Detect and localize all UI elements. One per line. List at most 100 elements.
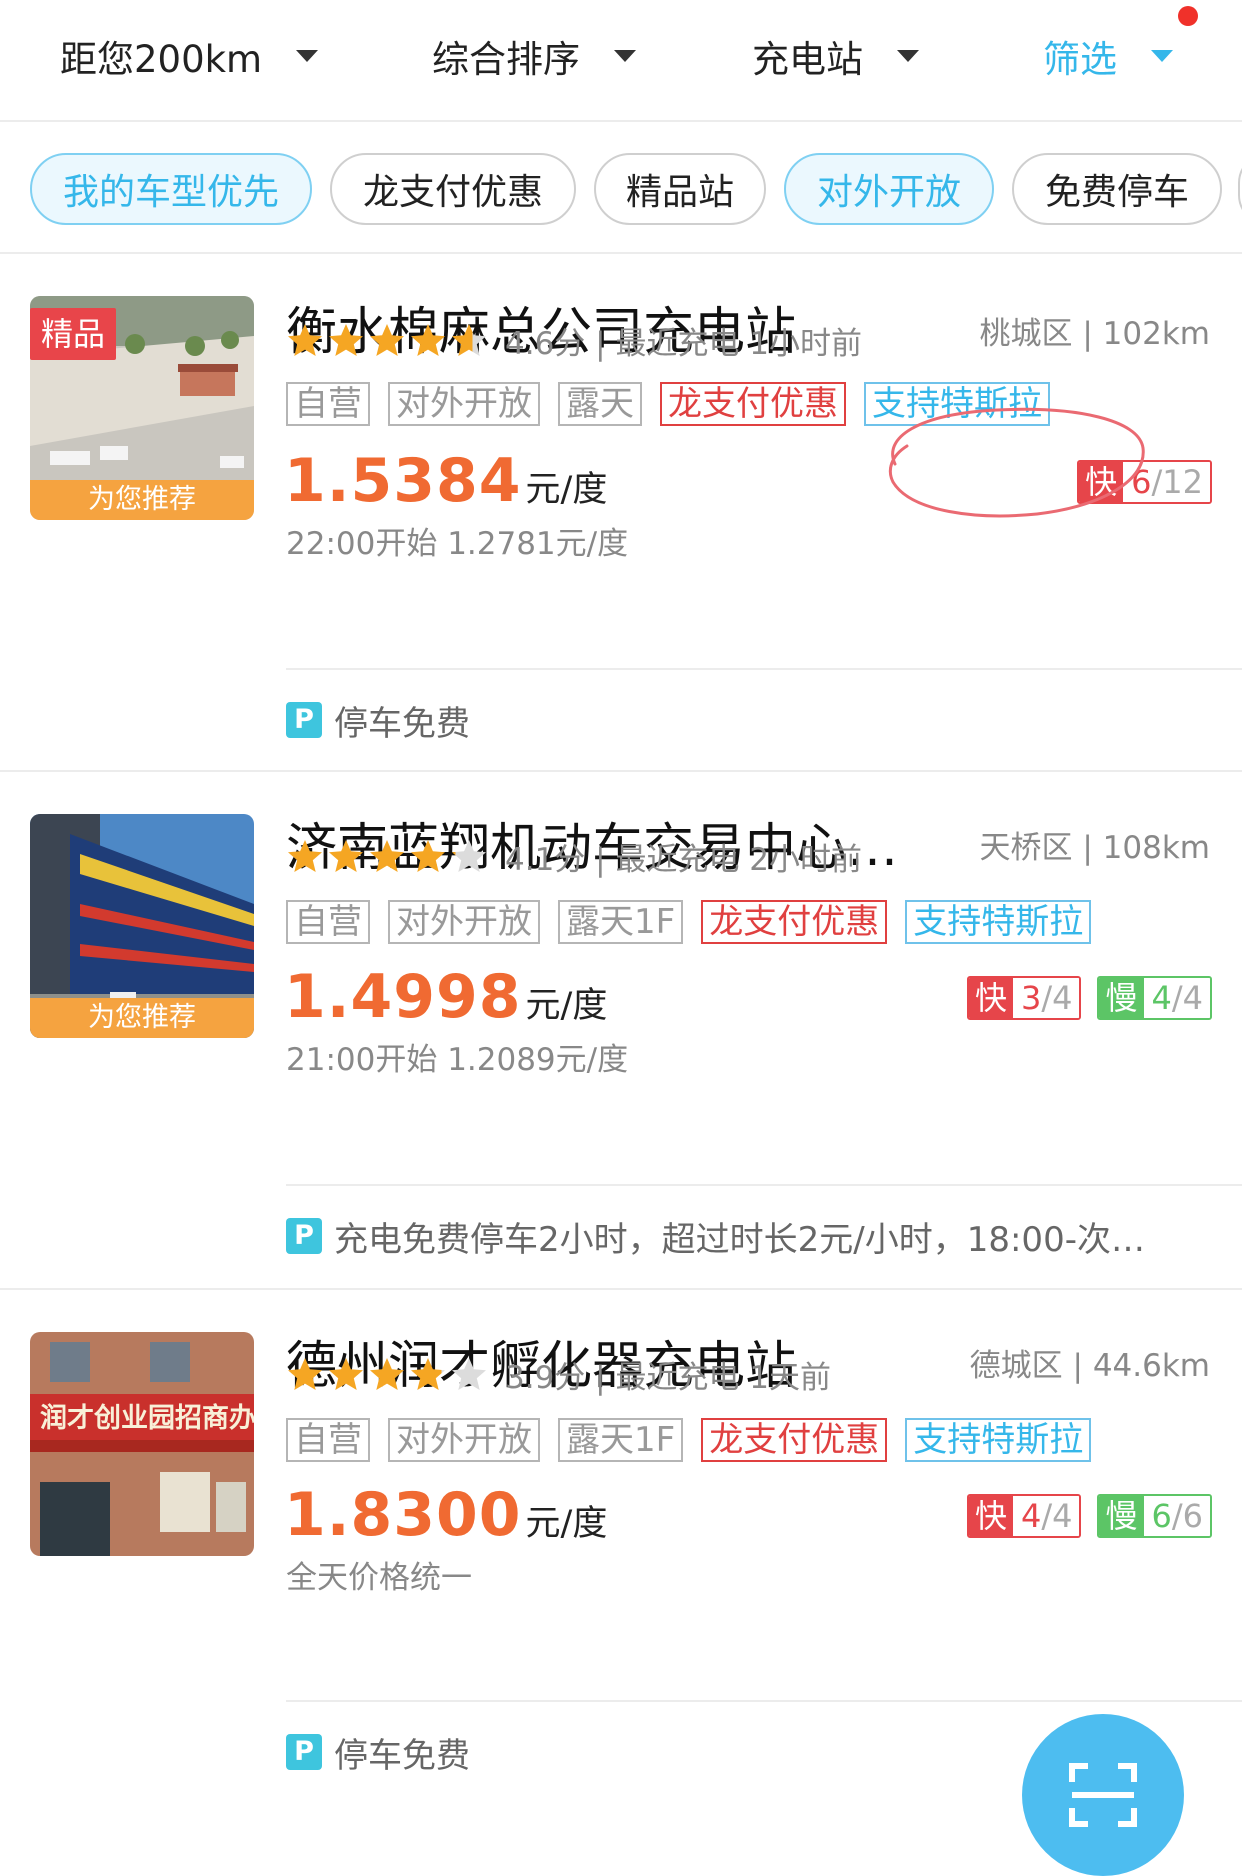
star-icon [288,840,322,872]
sort-filter-label: 综合排序 [432,38,580,81]
slow-total: /4 [1171,979,1203,1017]
chip-premium-station[interactable]: 精品站 [594,153,766,225]
distance-filter[interactable]: 距您200km [60,28,319,84]
fast-available: 4 [1020,1497,1042,1535]
fast-label: 快 [968,1496,1013,1536]
station-photo: 精品 为您推荐 [30,296,254,520]
divider [286,1700,1242,1702]
recommend-label: 为您推荐 [30,998,254,1038]
star-icon [452,1358,486,1390]
station-photo: 润才创业园招商办 [30,1332,254,1556]
chip-long-pay[interactable]: 龙支付优惠 [330,153,576,225]
rating-stars [286,838,491,874]
star-icon [329,840,363,872]
star-icon [329,1358,363,1390]
star-icon [370,840,404,872]
price-unit: 元/度 [525,986,608,1026]
uniform-price-note: 全天价格统一 [286,1560,472,1596]
scan-button[interactable] [1022,1714,1184,1876]
chip-my-car-model[interactable]: 我的车型优先 [30,153,312,225]
tag-tesla-support: 支持特斯拉 [905,1418,1092,1462]
rating-stars [286,1356,491,1392]
station-price: 1.5384 元/度 [284,446,607,516]
rating-text: 4.1分 | 最近充电 2小时前 [505,841,863,878]
chevron-down-icon [614,50,636,62]
distance-filter-label: 距您200km [60,38,263,81]
station-rating: 3.9分 | 最近充电 1天前 [286,1356,831,1396]
tag-open-public: 对外开放 [388,900,540,944]
sort-filter[interactable]: 综合排序 [432,28,636,84]
station-price: 1.8300 元/度 [284,1480,607,1550]
slow-charger-badge: 慢 4/4 [1097,976,1212,1020]
quick-filter-chips: 我的车型优先 龙支付优惠 精品站 对外开放 免费停车 [0,124,1242,254]
price-unit: 元/度 [525,1504,608,1544]
tag-outdoor: 露天1F [558,900,684,944]
fast-label: 快 [968,978,1013,1018]
divider [286,668,1242,670]
fast-available: 3 [1020,979,1042,1017]
slow-label: 慢 [1099,978,1144,1018]
star-icon [370,1358,404,1390]
price-unit: 元/度 [525,470,608,510]
photo-sign-text: 润才创业园招商办 [40,1402,254,1434]
slow-label: 慢 [1099,1496,1144,1536]
star-icon [370,324,404,356]
tag-outdoor: 露天1F [558,1418,684,1462]
notification-dot [1178,6,1198,26]
premium-badge: 精品 [30,308,116,360]
station-tags: 自营 对外开放 露天1F 龙支付优惠 支持特斯拉 [286,1418,1109,1462]
price-value: 1.5384 [284,446,522,516]
chevron-down-icon [296,50,319,62]
screen-filter[interactable]: 筛选 [1043,28,1173,84]
chevron-down-icon [1151,50,1173,62]
star-icon [329,324,363,356]
station-rating: 4.6分 | 最近充电 1小时前 [286,322,862,362]
station-photo: 为您推荐 [30,814,254,1038]
type-filter-label: 充电站 [752,38,863,81]
star-icon [411,1358,445,1390]
hand-drawn-circle-annotation [888,407,1145,518]
tag-open-public: 对外开放 [388,382,540,426]
fast-total: /4 [1041,979,1073,1017]
tag-self-run: 自营 [286,900,370,944]
divider [286,1184,1242,1186]
tag-outdoor: 露天 [558,382,642,426]
slow-total: /6 [1171,1497,1203,1535]
fast-charger-badge: 快 3/4 [966,976,1082,1020]
chip-open-public[interactable]: 对外开放 [784,153,994,225]
screen-filter-label: 筛选 [1043,38,1117,81]
parking-icon: P [286,702,322,738]
tag-long-pay: 龙支付优惠 [701,1418,888,1462]
rating-stars [286,322,491,358]
star-icon [411,324,445,356]
tag-self-run: 自营 [286,1418,370,1462]
parking-info: P 停车免费 [286,1732,470,1776]
price-value: 1.4998 [284,962,522,1032]
station-card[interactable]: 为您推荐 济南蓝翔机动车交易中心… 天桥区 | 108km 4.1分 | 最近充… [0,772,1242,1290]
station-district: 德城区 | 44.6km [969,1348,1210,1384]
charger-badges: 快 4/4 慢 6/6 [951,1494,1212,1538]
station-price: 1.4998 元/度 [284,962,607,1032]
recommend-label: 为您推荐 [30,480,254,520]
tag-open-public: 对外开放 [388,1418,540,1462]
scan-icon [1069,1763,1137,1827]
star-icon [452,324,486,356]
station-tags: 自营 对外开放 露天1F 龙支付优惠 支持特斯拉 [286,900,1109,944]
star-icon [288,324,322,356]
rating-text: 3.9分 | 最近充电 1天前 [505,1359,832,1396]
type-filter[interactable]: 充电站 [752,28,919,84]
station-card[interactable]: 润才创业园招商办 德州润才孵化器充电站 德城区 | 44.6km 3.9分 | … [0,1290,1242,1803]
slow-charger-badge: 慢 6/6 [1097,1494,1212,1538]
parking-text: 充电免费停车2小时，超过时长2元/小时，18:00-次… [334,1219,1145,1260]
parking-icon: P [286,1734,322,1770]
chip-more[interactable] [1238,153,1242,225]
fast-charger-badge: 快 4/4 [966,1494,1082,1538]
slow-available: 4 [1151,979,1172,1017]
parking-info: P 充电免费停车2小时，超过时长2元/小时，18:00-次… [286,1216,1145,1260]
parking-text: 停车免费 [334,703,470,744]
tag-long-pay: 龙支付优惠 [701,900,888,944]
chip-free-parking[interactable]: 免费停车 [1012,153,1222,225]
station-district: 天桥区 | 108km [979,830,1210,866]
station-district: 桃城区 | 102km [979,316,1210,352]
star-icon [452,840,486,872]
